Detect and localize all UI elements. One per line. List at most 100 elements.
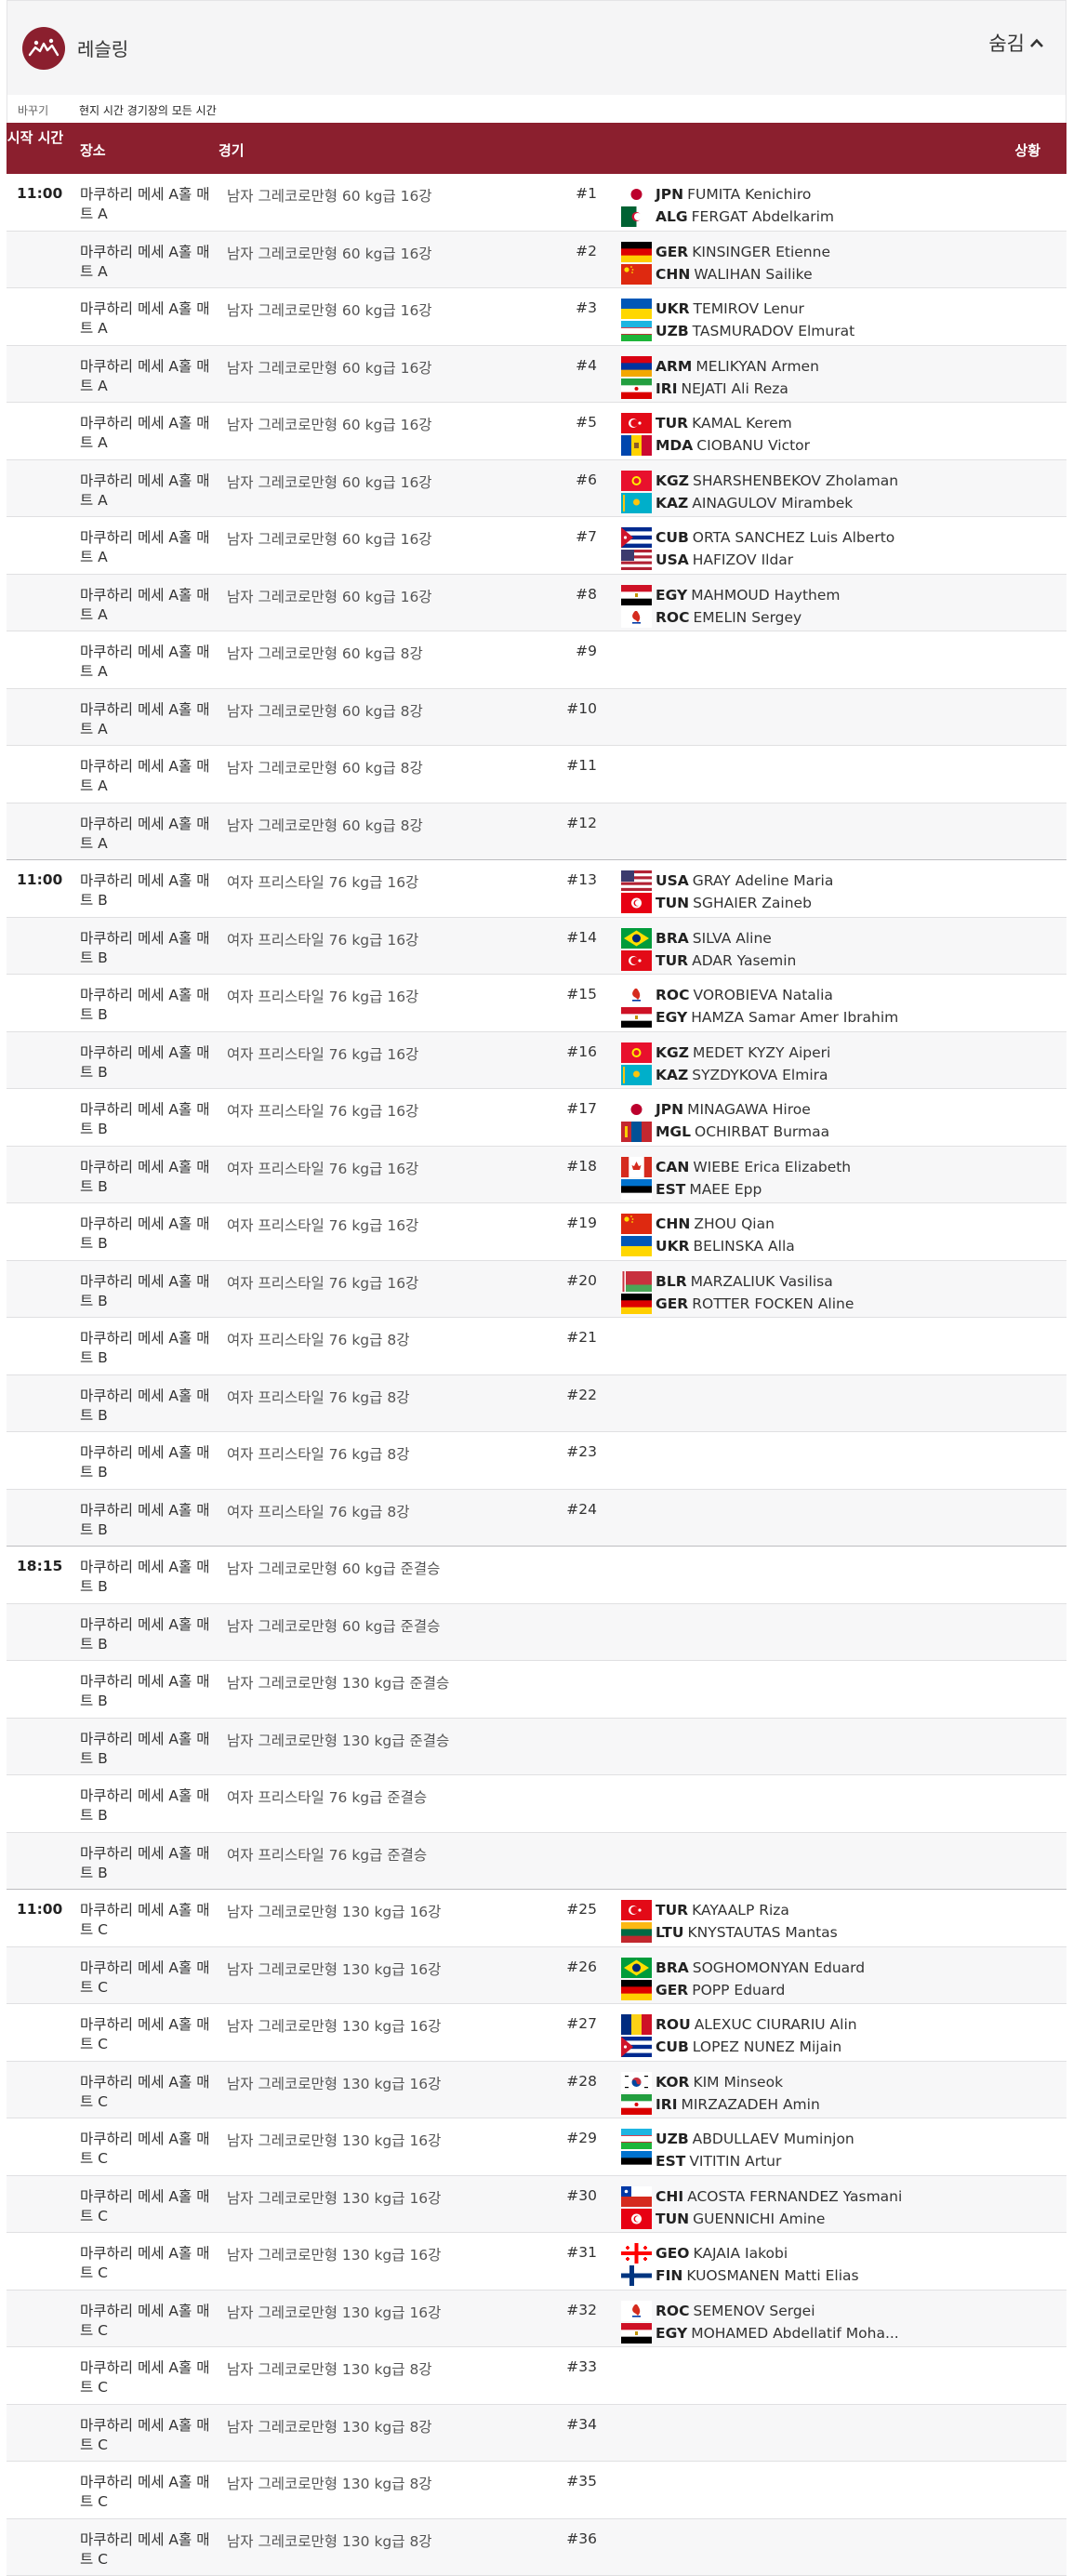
table-row[interactable]: 마쿠하리 메세 A홀 매트 B 여자 프리스타일 76 kg급 16강 #19 …: [7, 1203, 1066, 1261]
flag-est-icon: [621, 2151, 652, 2171]
competitors: ARM MELIKYAN Armen IRI NEJATI Ali Reza: [621, 355, 819, 400]
competitor: CHN ZHOU Qian: [621, 1213, 795, 1235]
flag-bra-icon: [621, 1958, 652, 1978]
table-row[interactable]: 마쿠하리 메세 A홀 매트 C 남자 그레코로만형 130 kg급 8강 #36: [7, 2519, 1066, 2576]
table-row[interactable]: 마쿠하리 메세 A홀 매트 B 여자 프리스타일 76 kg급 8강 #22: [7, 1375, 1066, 1433]
flag-can-icon: [621, 1157, 652, 1177]
table-row[interactable]: 마쿠하리 메세 A홀 매트 B 여자 프리스타일 76 kg급 16강 #18 …: [7, 1147, 1066, 1204]
competitor: EGY MOHAMED Abdellatif Moha...: [621, 2322, 899, 2344]
table-row[interactable]: 11:00 마쿠하리 메세 A홀 매트 A 남자 그레코로만형 60 kg급 1…: [7, 174, 1066, 232]
venue: 마쿠하리 메세 A홀 매트 C: [80, 2244, 219, 2283]
country-code: GEO: [656, 2245, 690, 2262]
event-name: 여자 프리스타일 76 kg급 준결승: [227, 1786, 427, 1807]
table-row[interactable]: 마쿠하리 메세 A홀 매트 C 남자 그레코로만형 130 kg급 16강 #2…: [7, 2118, 1066, 2176]
venue: 마쿠하리 메세 A홀 매트 A: [80, 471, 219, 511]
flag-fin-icon: [621, 2265, 652, 2286]
competitor: MDA CIOBANU Victor: [621, 434, 810, 457]
bout-number: #31: [523, 2244, 597, 2261]
table-row[interactable]: 마쿠하리 메세 A홀 매트 B 여자 프리스타일 76 kg급 16강 #20 …: [7, 1261, 1066, 1319]
flag-roc-icon: [621, 985, 652, 1005]
table-row[interactable]: 마쿠하리 메세 A홀 매트 C 남자 그레코로만형 130 kg급 16강 #3…: [7, 2233, 1066, 2291]
bout-number: #11: [523, 757, 597, 774]
table-row[interactable]: 마쿠하리 메세 A홀 매트 B 여자 프리스타일 76 kg급 준결승: [7, 1775, 1066, 1833]
table-row[interactable]: 마쿠하리 메세 A홀 매트 B 남자 그레코로만형 60 kg급 준결승: [7, 1604, 1066, 1662]
venue: 마쿠하리 메세 A홀 매트 B: [80, 1100, 219, 1139]
bout-number: #2: [523, 243, 597, 259]
venue: 마쿠하리 메세 A홀 매트 C: [80, 2358, 219, 2397]
competitor: GER KINSINGER Etienne: [621, 241, 830, 263]
hide-button[interactable]: 숨김: [988, 29, 1045, 57]
table-row[interactable]: 마쿠하리 메세 A홀 매트 A 남자 그레코로만형 60 kg급 8강 #9: [7, 631, 1066, 689]
table-row[interactable]: 11:00 마쿠하리 메세 A홀 매트 B 여자 프리스타일 76 kg급 16…: [7, 860, 1066, 918]
athlete-name: ZHOU Qian: [694, 1215, 775, 1232]
bout-number: #7: [523, 528, 597, 545]
table-row[interactable]: 11:00 마쿠하리 메세 A홀 매트 C 남자 그레코로만형 130 kg급 …: [7, 1890, 1066, 1947]
table-row[interactable]: 마쿠하리 메세 A홀 매트 A 남자 그레코로만형 60 kg급 16강 #5 …: [7, 403, 1066, 460]
table-row[interactable]: 마쿠하리 메세 A홀 매트 A 남자 그레코로만형 60 kg급 16강 #4 …: [7, 346, 1066, 404]
flag-mda-icon: [621, 435, 652, 456]
table-row[interactable]: 마쿠하리 메세 A홀 매트 C 남자 그레코로만형 130 kg급 16강 #3…: [7, 2176, 1066, 2234]
event-name: 남자 그레코로만형 60 kg급 16강: [227, 414, 432, 434]
table-row[interactable]: 마쿠하리 메세 A홀 매트 A 남자 그레코로만형 60 kg급 8강 #10: [7, 689, 1066, 747]
table-row[interactable]: 18:15 마쿠하리 메세 A홀 매트 B 남자 그레코로만형 60 kg급 준…: [7, 1547, 1066, 1604]
table-row[interactable]: 마쿠하리 메세 A홀 매트 C 남자 그레코로만형 130 kg급 8강 #34: [7, 2405, 1066, 2463]
table-row[interactable]: 마쿠하리 메세 A홀 매트 B 여자 프리스타일 76 kg급 16강 #15 …: [7, 975, 1066, 1032]
table-row[interactable]: 마쿠하리 메세 A홀 매트 B 여자 프리스타일 76 kg급 준결승: [7, 1833, 1066, 1891]
bout-number: #35: [523, 2473, 597, 2490]
competitors: KOR KIM Minseok IRI MIRZAZADEH Amin: [621, 2071, 820, 2116]
table-row[interactable]: 마쿠하리 메세 A홀 매트 B 남자 그레코로만형 130 kg급 준결승: [7, 1661, 1066, 1719]
competitor: EGY MAHMOUD Haythem: [621, 584, 840, 606]
competitors: BRA SILVA Aline TUR ADAR Yasemin: [621, 927, 796, 972]
country-code: EST: [656, 1181, 685, 1198]
table-row[interactable]: 마쿠하리 메세 A홀 매트 A 남자 그레코로만형 60 kg급 16강 #3 …: [7, 288, 1066, 346]
country-code: CHI: [656, 2188, 683, 2205]
bout-number: #26: [523, 1959, 597, 1975]
table-row[interactable]: 마쿠하리 메세 A홀 매트 B 여자 프리스타일 76 kg급 16강 #17 …: [7, 1089, 1066, 1147]
flag-iri-icon: [621, 2094, 652, 2115]
table-row[interactable]: 마쿠하리 메세 A홀 매트 B 여자 프리스타일 76 kg급 8강 #24: [7, 1490, 1066, 1547]
table-row[interactable]: 마쿠하리 메세 A홀 매트 A 남자 그레코로만형 60 kg급 16강 #8 …: [7, 575, 1066, 632]
table-row[interactable]: 마쿠하리 메세 A홀 매트 C 남자 그레코로만형 130 kg급 16강 #3…: [7, 2291, 1066, 2348]
athlete-name: KNYSTAUTAS Mantas: [687, 1924, 837, 1941]
athlete-name: KAYAALP Riza: [692, 1902, 789, 1919]
flag-cub-icon: [621, 527, 652, 548]
table-row[interactable]: 마쿠하리 메세 A홀 매트 B 여자 프리스타일 76 kg급 16강 #16 …: [7, 1032, 1066, 1090]
venue: 마쿠하리 메세 A홀 매트 B: [80, 1844, 219, 1883]
table-row[interactable]: 마쿠하리 메세 A홀 매트 C 남자 그레코로만형 130 kg급 8강 #35: [7, 2462, 1066, 2519]
table-row[interactable]: 마쿠하리 메세 A홀 매트 C 남자 그레코로만형 130 kg급 16강 #2…: [7, 2062, 1066, 2119]
country-code: TUR: [656, 1902, 688, 1919]
event-name: 남자 그레코로만형 130 kg급 준결승: [227, 1672, 449, 1693]
chevron-up-icon: [1028, 36, 1045, 49]
flag-usa-icon: [621, 550, 652, 570]
table-row[interactable]: 마쿠하리 메세 A홀 매트 A 남자 그레코로만형 60 kg급 8강 #11: [7, 746, 1066, 803]
athlete-name: GUENNICHI Amine: [693, 2211, 825, 2227]
venue: 마쿠하리 메세 A홀 매트 B: [80, 1615, 219, 1654]
competitor: CHN WALIHAN Sailike: [621, 263, 830, 285]
table-row[interactable]: 마쿠하리 메세 A홀 매트 C 남자 그레코로만형 130 kg급 16강 #2…: [7, 1947, 1066, 2005]
venue: 마쿠하리 메세 A홀 매트 B: [80, 1672, 219, 1711]
change-timezone-link[interactable]: 바꾸기: [18, 102, 48, 118]
table-row[interactable]: 마쿠하리 메세 A홀 매트 A 남자 그레코로만형 60 kg급 16강 #2 …: [7, 232, 1066, 289]
table-row[interactable]: 마쿠하리 메세 A홀 매트 C 남자 그레코로만형 130 kg급 16강 #2…: [7, 2004, 1066, 2062]
competitor: UKR BELINSKA Alla: [621, 1235, 795, 1257]
table-row[interactable]: 마쿠하리 메세 A홀 매트 C 남자 그레코로만형 130 kg급 8강 #33: [7, 2347, 1066, 2405]
event-name: 남자 그레코로만형 60 kg급 8강: [227, 815, 423, 835]
table-row[interactable]: 마쿠하리 메세 A홀 매트 B 여자 프리스타일 76 kg급 8강 #23: [7, 1432, 1066, 1490]
event-name: 여자 프리스타일 76 kg급 8강: [227, 1443, 409, 1464]
country-code: EST: [656, 2153, 685, 2170]
bout-number: #10: [523, 700, 597, 717]
flag-kaz-icon: [621, 1065, 652, 1085]
bout-number: #20: [523, 1272, 597, 1289]
event-name: 여자 프리스타일 76 kg급 16강: [227, 1100, 418, 1121]
table-row[interactable]: 마쿠하리 메세 A홀 매트 A 남자 그레코로만형 60 kg급 8강 #12: [7, 803, 1066, 861]
table-row[interactable]: 마쿠하리 메세 A홀 매트 A 남자 그레코로만형 60 kg급 16강 #6 …: [7, 460, 1066, 518]
competitor: ROC EMELIN Sergey: [621, 606, 840, 629]
table-row[interactable]: 마쿠하리 메세 A홀 매트 B 여자 프리스타일 76 kg급 16강 #14 …: [7, 918, 1066, 976]
athlete-name: OCHIRBAT Burmaa: [695, 1123, 829, 1140]
table-row[interactable]: 마쿠하리 메세 A홀 매트 A 남자 그레코로만형 60 kg급 16강 #7 …: [7, 517, 1066, 575]
table-row[interactable]: 마쿠하리 메세 A홀 매트 B 남자 그레코로만형 130 kg급 준결승: [7, 1719, 1066, 1776]
athlete-name: AINAGULOV Mirambek: [692, 495, 853, 511]
country-code: GER: [656, 1982, 688, 1998]
table-row[interactable]: 마쿠하리 메세 A홀 매트 B 여자 프리스타일 76 kg급 8강 #21: [7, 1318, 1066, 1375]
competitor: ROC SEMENOV Sergei: [621, 2300, 899, 2322]
